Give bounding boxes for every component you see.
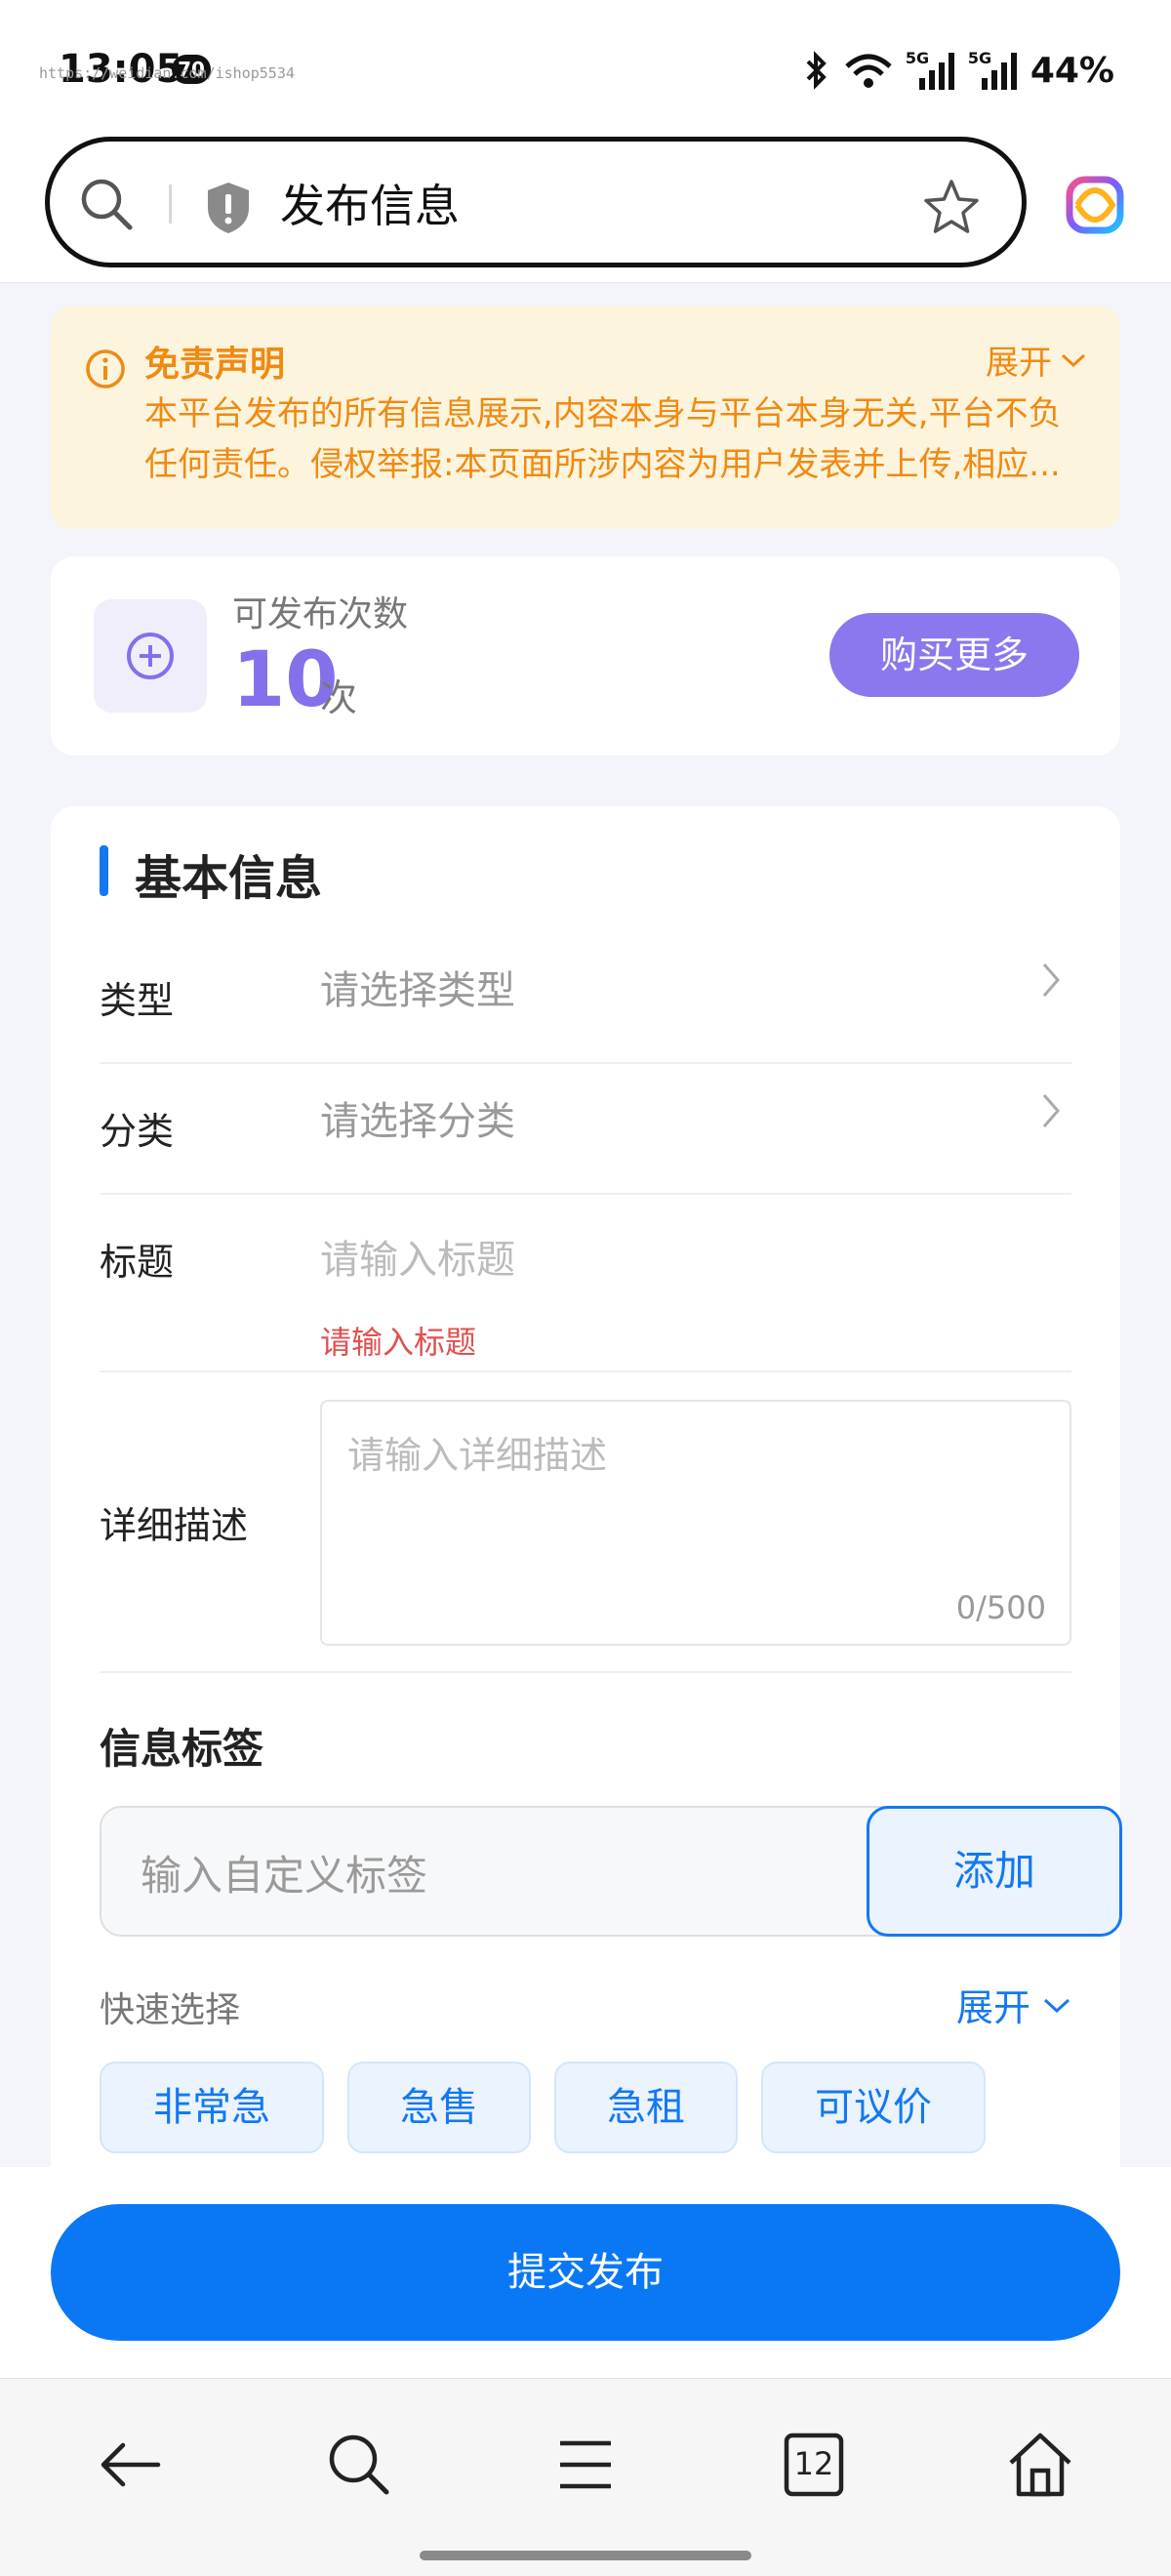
search-icon[interactable]: [77, 175, 136, 233]
search-icon[interactable]: [318, 2424, 400, 2506]
info-icon: [86, 349, 125, 388]
disclaimer-expand-label: 展开: [986, 344, 1052, 383]
quick-select-expand-label: 展开: [955, 1986, 1030, 2029]
address-bar[interactable]: 发布信息: [45, 137, 1027, 267]
shield-icon[interactable]: [204, 181, 253, 235]
signal-icon-2: 5G: [968, 49, 1019, 92]
quick-select-label: 快速选择: [100, 1990, 241, 2030]
description-textarea[interactable]: 请输入详细描述 0/500: [320, 1400, 1071, 1646]
battery-level: 44%: [1030, 50, 1114, 91]
app-logo-icon[interactable]: [1058, 168, 1132, 242]
quota-label: 可发布次数: [232, 594, 409, 634]
menu-icon[interactable]: [545, 2424, 626, 2506]
quick-select-expand-button[interactable]: 展开: [956, 1978, 1071, 2031]
page-title: 发布信息: [280, 180, 460, 232]
chevron-right-icon: [1042, 1094, 1060, 1127]
back-arrow-icon[interactable]: [90, 2424, 172, 2506]
publish-quota-card: 可发布次数 10 次 购买更多: [51, 556, 1120, 756]
wifi-icon: [845, 54, 892, 88]
buy-more-button[interactable]: 购买更多: [829, 613, 1079, 697]
title-error-message: 请输入标题: [320, 1324, 477, 1361]
quota-unit: 次: [320, 676, 358, 719]
signal-icon-1: 5G: [906, 49, 956, 92]
divider: [100, 1370, 1071, 1372]
divider: [100, 1193, 1071, 1195]
basic-info-form: 基本信息 类型 请选择类型 分类 请选择分类 标题 请输入标题 请输入标题 详细…: [51, 806, 1122, 2173]
disclaimer-banner: 免责声明 展开 本平台发布的所有信息展示,内容本身与平台本身无关,平台不负任何责…: [51, 307, 1120, 529]
plus-circle-icon: [127, 633, 174, 679]
browser-header: 发布信息: [0, 127, 1171, 283]
title-label: 标题: [100, 1241, 175, 1284]
browser-nav-bar: 12: [0, 2378, 1171, 2576]
divider: [169, 184, 172, 224]
submit-button[interactable]: 提交发布: [51, 2204, 1120, 2341]
disclaimer-title: 免责声明: [144, 345, 286, 385]
category-label: 分类: [100, 1110, 175, 1153]
category-select[interactable]: 请选择分类: [320, 1089, 515, 1146]
section-accent-bar: [100, 845, 108, 896]
bluetooth-icon: [806, 51, 827, 90]
description-placeholder: 请输入详细描述: [347, 1434, 608, 1477]
type-label: 类型: [100, 979, 175, 1022]
tag-chip[interactable]: 急售: [347, 2062, 531, 2153]
disclaimer-expand-button[interactable]: 展开: [986, 336, 1087, 384]
star-icon[interactable]: [920, 177, 983, 239]
divider: [100, 1062, 1071, 1064]
home-icon[interactable]: [999, 2424, 1081, 2506]
url-watermark: https://weidian.com/ishop5534: [39, 64, 295, 82]
description-label: 详细描述: [100, 1504, 249, 1547]
tag-chip[interactable]: 急租: [554, 2062, 738, 2153]
status-icons: 5G 5G 44%: [802, 49, 1114, 92]
tag-chip[interactable]: 可议价: [761, 2062, 986, 2153]
tag-chip[interactable]: 非常急: [100, 2062, 324, 2153]
add-tag-button[interactable]: 添加: [867, 1806, 1122, 1937]
type-select[interactable]: 请选择类型: [320, 959, 515, 1015]
home-indicator[interactable]: [420, 2551, 751, 2560]
disclaimer-text: 本平台发布的所有信息展示,内容本身与平台本身无关,平台不负任何责任。侵权举报:本…: [144, 394, 1062, 484]
chevron-down-icon: [1043, 1998, 1070, 2013]
chevron-right-icon: [1042, 963, 1060, 997]
custom-tag-placeholder: 输入自定义标签: [141, 1852, 428, 1900]
chevron-down-icon: [1061, 353, 1086, 367]
status-bar: 13:05 70 https://weidian.com/ishop5534 5…: [0, 0, 1171, 127]
description-counter: 0/500: [955, 1589, 1046, 1626]
title-input[interactable]: 请输入标题: [320, 1228, 515, 1285]
tags-section-title: 信息标签: [100, 1725, 264, 1773]
submit-bar: 提交发布: [0, 2167, 1171, 2378]
custom-tag-input[interactable]: 输入自定义标签 添加: [100, 1806, 1122, 1937]
divider: [100, 1671, 1071, 1673]
tabs-button[interactable]: 12: [773, 2424, 855, 2506]
section-title: 基本信息: [135, 851, 323, 906]
tab-count: 12: [793, 2445, 834, 2482]
quota-icon-box: [94, 599, 207, 713]
